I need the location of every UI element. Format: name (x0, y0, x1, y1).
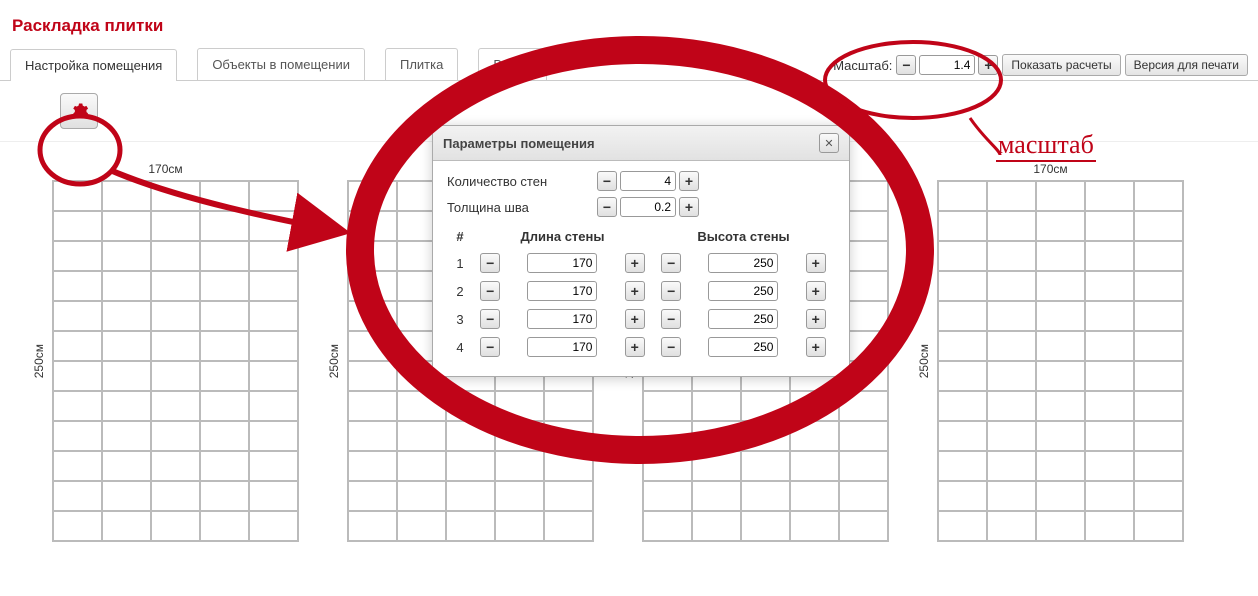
wall-height-input[interactable] (708, 337, 778, 357)
close-icon[interactable]: ✕ (819, 133, 839, 153)
dialog-title: Параметры помещения (443, 136, 595, 151)
minus-icon[interactable]: − (661, 253, 681, 273)
minus-icon[interactable]: − (896, 55, 916, 75)
gear-icon (69, 101, 89, 121)
wall-length-input[interactable] (527, 309, 597, 329)
minus-icon[interactable]: − (480, 337, 500, 357)
minus-icon[interactable]: − (480, 281, 500, 301)
minus-icon[interactable]: − (480, 309, 500, 329)
tab-objects[interactable]: Объекты в помещении (197, 48, 365, 80)
wall-length-input[interactable] (527, 281, 597, 301)
wall-length-input[interactable] (527, 337, 597, 357)
plus-icon[interactable]: + (625, 309, 645, 329)
row-number: 2 (449, 278, 471, 304)
col-length: Длина стены (473, 225, 652, 248)
col-height: Высота стены (654, 225, 833, 248)
seam-label: Толщина шва (447, 200, 597, 215)
plus-icon[interactable]: + (679, 197, 699, 217)
tabs: Настройка помещения Объекты в помещении … (0, 48, 1258, 81)
plus-icon[interactable]: + (978, 55, 998, 75)
plus-icon[interactable]: + (806, 281, 826, 301)
minus-icon[interactable]: − (597, 197, 617, 217)
table-row: 1−+−+ (449, 250, 833, 276)
wall-height-input[interactable] (708, 309, 778, 329)
plus-icon[interactable]: + (625, 337, 645, 357)
table-row: 4−+−+ (449, 334, 833, 360)
wall-4: 170см 250см (917, 162, 1184, 542)
scale-input[interactable] (919, 55, 975, 75)
tile-grid[interactable] (937, 180, 1184, 542)
wall-1: 170см 250см (32, 162, 299, 542)
minus-icon[interactable]: − (661, 281, 681, 301)
wall-side-label: 250см (327, 344, 341, 378)
seam-input[interactable] (620, 197, 676, 217)
minus-icon[interactable]: − (597, 171, 617, 191)
wall-height-input[interactable] (708, 253, 778, 273)
tile-grid[interactable] (52, 180, 299, 542)
print-version-button[interactable]: Версия для печати (1125, 54, 1248, 76)
wall-length-input[interactable] (527, 253, 597, 273)
wall-side-label: 250см (32, 344, 46, 378)
wall-count-spinner[interactable]: − + (597, 171, 699, 191)
row-number: 3 (449, 306, 471, 332)
plus-icon[interactable]: + (679, 171, 699, 191)
plus-icon[interactable]: + (806, 253, 826, 273)
minus-icon[interactable]: − (480, 253, 500, 273)
wall-top-label: 170см (148, 162, 182, 176)
col-hash: # (449, 225, 471, 248)
minus-icon[interactable]: − (661, 309, 681, 329)
settings-button[interactable] (60, 93, 98, 129)
page-title: Раскладка плитки (0, 0, 1258, 48)
plus-icon[interactable]: + (806, 309, 826, 329)
scale-spinner[interactable]: − + (896, 55, 998, 75)
row-number: 4 (449, 334, 471, 360)
plus-icon[interactable]: + (625, 281, 645, 301)
seam-spinner[interactable]: − + (597, 197, 699, 217)
row-number: 1 (449, 250, 471, 276)
wall-side-label: 250см (917, 344, 931, 378)
wall-top-label: 170см (1033, 162, 1067, 176)
tab-tile[interactable]: Плитка (385, 48, 458, 80)
plus-icon[interactable]: + (625, 253, 645, 273)
room-params-dialog[interactable]: Параметры помещения ✕ Количество стен − … (432, 125, 850, 377)
walls-table: # Длина стены Высота стены 1−+−+2−+−+3−+… (447, 223, 835, 362)
wall-count-input[interactable] (620, 171, 676, 191)
table-row: 3−+−+ (449, 306, 833, 332)
tab-layout[interactable]: Выкла (478, 48, 547, 80)
table-row: 2−+−+ (449, 278, 833, 304)
scale-label: Масштаб: (833, 58, 892, 73)
dialog-header[interactable]: Параметры помещения ✕ (433, 126, 849, 161)
tab-room-settings[interactable]: Настройка помещения (10, 49, 177, 81)
wall-height-input[interactable] (708, 281, 778, 301)
plus-icon[interactable]: + (806, 337, 826, 357)
minus-icon[interactable]: − (661, 337, 681, 357)
show-calc-button[interactable]: Показать расчеты (1002, 54, 1120, 76)
wall-count-label: Количество стен (447, 174, 597, 189)
